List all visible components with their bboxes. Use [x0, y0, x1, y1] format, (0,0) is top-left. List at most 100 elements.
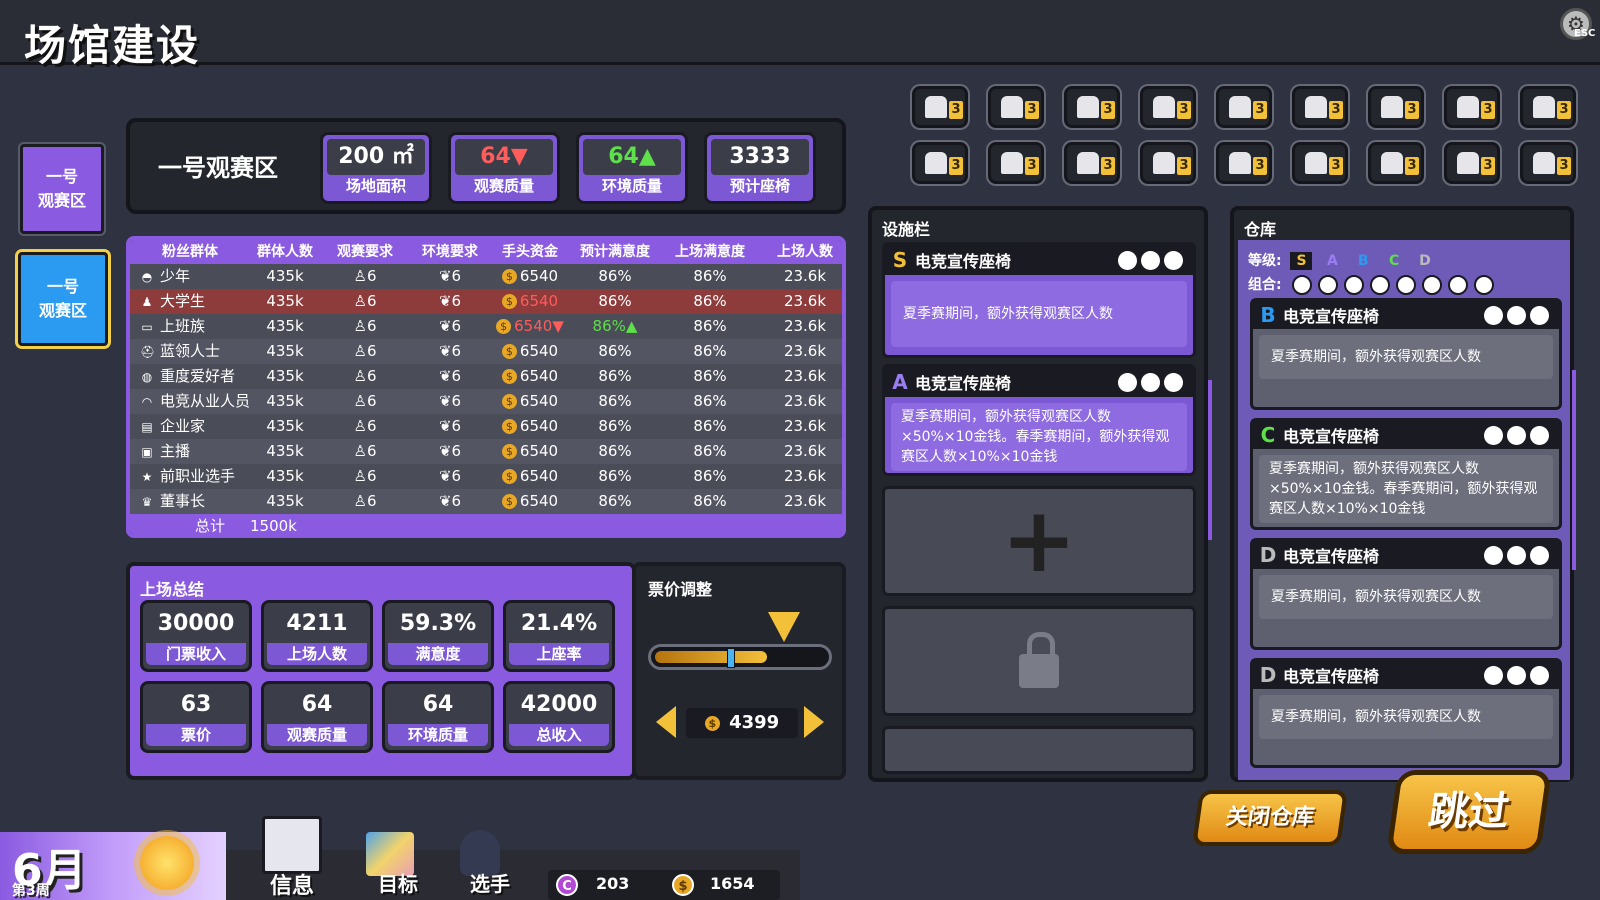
top-bar	[0, 0, 1600, 65]
chair-icon	[1533, 152, 1555, 174]
facility-panel: 设施栏 S 电竞宣传座椅 夏季赛期间，额外获得观赛区人数 A 电竞宣传座椅 夏季赛期…	[868, 206, 1212, 782]
stat-area: 200 ㎡场地面积	[320, 132, 432, 204]
seat-slot[interactable]: 3	[912, 142, 968, 184]
seat-slot[interactable]: 3	[1140, 86, 1196, 128]
summary-title: 上场总结	[140, 580, 205, 599]
chair-icon	[1153, 152, 1175, 174]
seat-slot[interactable]: 3	[1064, 86, 1120, 128]
fan-group-icon: ◠	[141, 395, 153, 409]
seat-slot[interactable]: 3	[1292, 86, 1348, 128]
table-row: ▭ 上班族 435k ♙6 ❦6 $6540▼ 86%▲ 86% 23.6k	[130, 314, 842, 339]
ticket-price-panel: 票价调整 $ 4399	[632, 562, 846, 780]
seat-slot[interactable]: 3	[988, 86, 1044, 128]
warehouse-content: 等级: S A B C D 组合: B 电竞宣传座椅 夏季赛期间，额外获得观赛区人数…	[1238, 240, 1570, 780]
grade-filter-c[interactable]: C	[1383, 252, 1405, 270]
coin-icon: $	[501, 444, 517, 459]
seat-slot[interactable]: 3	[1368, 142, 1424, 184]
fan-group-icon: ★	[141, 470, 153, 484]
grade-filter-d[interactable]: D	[1414, 252, 1436, 270]
plant-icon: ❦	[438, 292, 452, 310]
zone-name: 一号观赛区	[158, 154, 278, 182]
seat-icon: ♙	[353, 267, 367, 285]
nav-info[interactable]: 信息	[270, 868, 314, 900]
seat-slot[interactable]: 3	[912, 86, 968, 128]
seat-slot[interactable]: 3	[1444, 86, 1500, 128]
sun-icon	[140, 836, 194, 890]
coin-icon: $	[501, 369, 517, 384]
summary-card: 64 观赛质量	[261, 681, 373, 753]
slider-pointer-icon[interactable]	[768, 612, 800, 642]
plant-icon: ❦	[438, 367, 452, 385]
nav-player[interactable]: 选手	[470, 868, 510, 897]
price-slider[interactable]	[648, 644, 832, 670]
seat-icon: ♙	[353, 492, 367, 510]
combo-filter: 组合:	[1248, 274, 1495, 295]
seat-icon: ♙	[353, 392, 367, 410]
fan-group-icon: ▣	[141, 445, 153, 459]
seat-icon: ♙	[353, 367, 367, 385]
chair-icon	[925, 152, 947, 174]
zone-tab-2-selected[interactable]: 一号 观赛区	[18, 252, 108, 346]
seat-slot[interactable]: 3	[1064, 142, 1120, 184]
plant-icon: ❦	[438, 267, 452, 285]
price-decrease-arrow[interactable]	[656, 706, 676, 738]
plant-icon: ❦	[438, 392, 452, 410]
coin-icon: $	[704, 715, 720, 731]
skip-button[interactable]: 跳过	[1386, 770, 1552, 854]
seat-slot[interactable]: 3	[1520, 86, 1576, 128]
coin-icon: $	[501, 294, 517, 309]
seat-slot[interactable]: 3	[1216, 142, 1272, 184]
warehouse-item[interactable]: C 电竞宣传座椅 夏季赛期间，额外获得观赛区人数×50%×10金钱。春季赛期间，额外…	[1250, 418, 1562, 530]
grade-filter-b[interactable]: B	[1352, 252, 1374, 270]
seat-slot[interactable]: 3	[1444, 142, 1500, 184]
table-row: ◓ 少年 435k ♙6 ❦6 $6540 86% 86% 23.6k	[130, 264, 842, 289]
info-icon[interactable]	[262, 816, 322, 874]
coin-icon: $	[496, 319, 512, 334]
summary-card: 21.4% 上座率	[503, 600, 615, 672]
grade-filter-s[interactable]: S	[1290, 252, 1313, 270]
table-total-row: 总计 1500k	[130, 514, 842, 534]
warehouse-scrollbar[interactable]	[1572, 370, 1576, 570]
seat-slot[interactable]: 3	[1368, 86, 1424, 128]
coin-icon: $	[501, 269, 517, 284]
seat-slot[interactable]: 3	[1520, 142, 1576, 184]
summary-card: 63 票价	[140, 681, 252, 753]
summary-card: 59.3% 满意度	[382, 600, 494, 672]
facility-locked-slot	[882, 606, 1196, 716]
seat-slot[interactable]: 3	[1292, 142, 1348, 184]
warehouse-item[interactable]: D 电竞宣传座椅 夏季赛期间，额外获得观赛区人数	[1250, 658, 1562, 768]
seat-slot[interactable]: 3	[988, 142, 1044, 184]
warehouse-item[interactable]: B 电竞宣传座椅 夏季赛期间，额外获得观赛区人数	[1250, 298, 1562, 410]
week-label: 第3周	[12, 883, 50, 899]
close-warehouse-button[interactable]: 关闭仓库	[1192, 790, 1348, 846]
facility-slot-1[interactable]: S 电竞宣传座椅 夏季赛期间，额外获得观赛区人数	[882, 242, 1196, 358]
grade-filter-a[interactable]: A	[1321, 252, 1343, 270]
seat-slot[interactable]: 3	[1216, 86, 1272, 128]
coin-icon: $	[501, 419, 517, 434]
coin-icon: $	[501, 394, 517, 409]
seat-icon: ♙	[353, 467, 367, 485]
nav-goal[interactable]: 目标	[378, 868, 418, 897]
warehouse-item[interactable]: D 电竞宣传座椅 夏季赛期间，额外获得观赛区人数	[1250, 538, 1562, 650]
price-slider-handle[interactable]	[727, 648, 735, 668]
plant-icon: ❦	[438, 417, 452, 435]
facility-scrollbar[interactable]	[1208, 380, 1212, 540]
chair-icon	[1305, 152, 1327, 174]
price-increase-arrow[interactable]	[804, 706, 824, 738]
chair-icon	[1457, 96, 1479, 118]
table-row: ⛑ 蓝领人士 435k ♙6 ❦6 $6540 86% 86% 23.6k	[130, 339, 842, 364]
zone-tab-1[interactable]: 一号 观赛区	[20, 144, 104, 234]
seat-slot[interactable]: 3	[1140, 142, 1196, 184]
fan-group-icon: ⛑	[140, 345, 156, 359]
plant-icon: ❦	[438, 467, 452, 485]
esc-label: ESC	[1574, 28, 1596, 39]
seat-icon: ♙	[353, 417, 367, 435]
coin-icon: $	[672, 874, 694, 896]
chair-icon	[1381, 96, 1403, 118]
chair-icon	[1001, 96, 1023, 118]
stat-env-quality: 64▲ 环境质量	[576, 132, 688, 204]
coin-icon: $	[501, 469, 517, 484]
facility-add-slot[interactable]: +	[882, 486, 1196, 596]
zone-info-header: 一号观赛区 200 ㎡场地面积 64▼ 观赛质量 64▲ 环境质量 3333 预计座椅	[126, 118, 846, 214]
facility-slot-2[interactable]: A 电竞宣传座椅 夏季赛期间，额外获得观赛区人数×50%×10金钱。春季赛期间，额…	[882, 364, 1196, 476]
